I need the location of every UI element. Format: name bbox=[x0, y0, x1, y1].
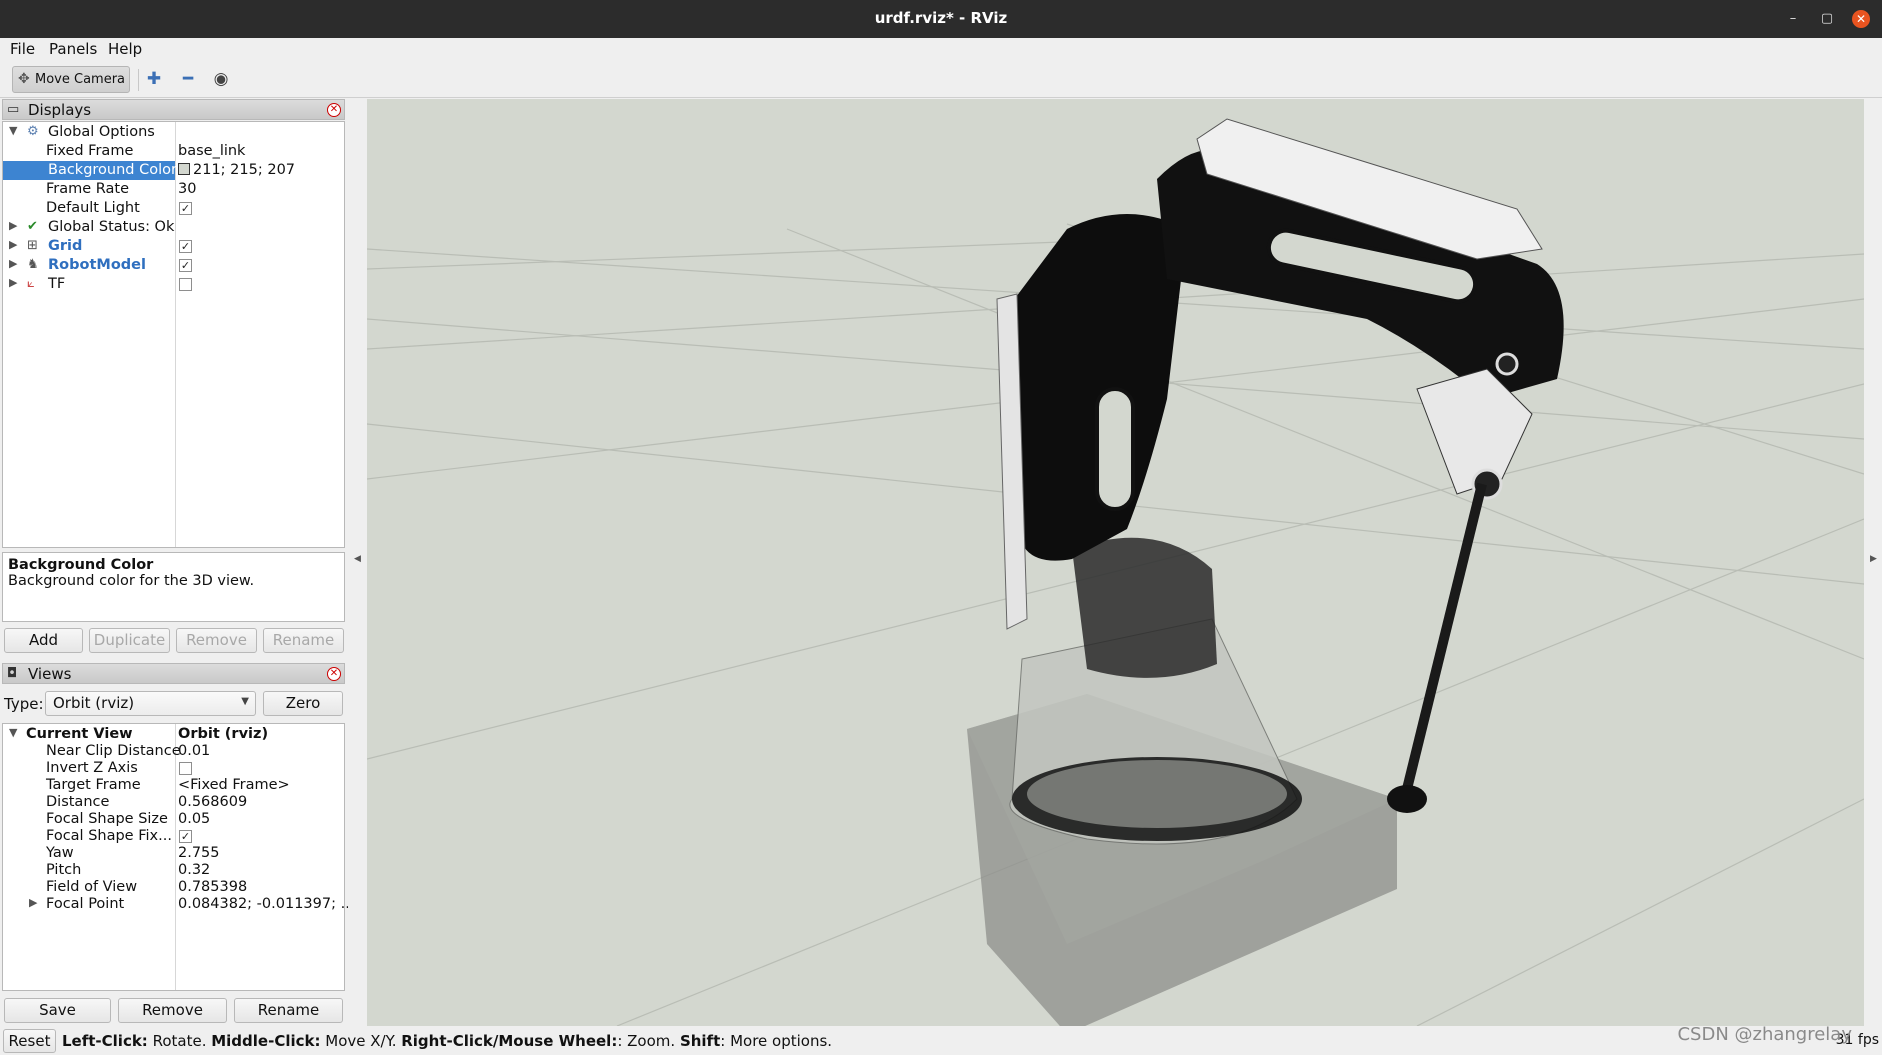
reset-button[interactable]: Reset bbox=[3, 1029, 56, 1053]
description-title: Background Color bbox=[8, 557, 154, 573]
monitor-icon: ▭ bbox=[7, 102, 20, 117]
maximize-button[interactable]: ▢ bbox=[1818, 10, 1836, 28]
collapse-arrow-icon[interactable]: ▶ bbox=[9, 276, 17, 289]
add-button[interactable]: Add bbox=[4, 628, 83, 653]
scene-svg bbox=[367, 118, 1864, 1026]
tree-row-tf[interactable]: ▶ ⟀ TF bbox=[3, 275, 344, 294]
camera-icon: ◘ bbox=[7, 666, 18, 681]
gear-icon: ⚙ bbox=[27, 124, 39, 139]
chevron-down-icon: ▼ bbox=[241, 696, 249, 707]
expand-arrow-icon[interactable]: ▼ bbox=[9, 124, 17, 137]
invert-z-checkbox[interactable] bbox=[179, 762, 192, 775]
move-camera-label: Move Camera bbox=[35, 72, 126, 87]
help-text: Left-Click: Rotate. Middle-Click: Move X… bbox=[62, 1032, 833, 1050]
zero-button[interactable]: Zero bbox=[263, 691, 343, 716]
remove-tool-icon[interactable]: ━ bbox=[177, 69, 199, 91]
type-label: Type: bbox=[4, 695, 44, 713]
menu-bar: File Panels Help bbox=[0, 38, 1882, 61]
tree-row-grid[interactable]: ▶ ⊞ Grid ✓ bbox=[3, 237, 344, 256]
minimize-button[interactable]: – bbox=[1784, 10, 1802, 28]
status-bar: Reset Left-Click: Rotate. Middle-Click: … bbox=[0, 1027, 1882, 1055]
close-panel-icon[interactable]: ✕ bbox=[327, 103, 341, 117]
window-title: urdf.rviz* - RViz bbox=[874, 9, 1008, 27]
title-bar: urdf.rviz* - RViz – ▢ ✕ bbox=[0, 0, 1882, 38]
close-panel-icon[interactable]: ✕ bbox=[327, 667, 341, 681]
robot-arm bbox=[967, 118, 1564, 1026]
tf-checkbox[interactable] bbox=[179, 278, 192, 291]
grid-icon: ⊞ bbox=[27, 238, 38, 253]
collapse-arrow-icon[interactable]: ▶ bbox=[9, 238, 17, 251]
close-button[interactable]: ✕ bbox=[1852, 10, 1870, 28]
tree-row-global-status[interactable]: ▶ ✔ Global Status: Ok bbox=[3, 218, 344, 237]
axes-icon: ⟀ bbox=[27, 276, 35, 291]
description-text: Background color for the 3D view. bbox=[8, 573, 255, 589]
views-title: Views bbox=[28, 665, 72, 683]
tree-row-global-options[interactable]: ▼ ⚙ Global Options bbox=[3, 123, 344, 142]
displays-title: Displays bbox=[28, 101, 92, 119]
collapse-left-icon[interactable]: ◀ bbox=[354, 554, 361, 564]
property-description: Background Color Background color for th… bbox=[2, 552, 345, 622]
add-tool-icon[interactable]: ✚ bbox=[143, 69, 165, 91]
background-color-value[interactable]: 211; 215; 207 bbox=[178, 162, 295, 178]
robot-icon: ♞ bbox=[27, 257, 39, 272]
watermark: CSDN @zhangrelay bbox=[1677, 1024, 1852, 1045]
views-panel-header: ◘ Views ✕ bbox=[2, 663, 345, 684]
render-panel-3d[interactable] bbox=[367, 99, 1864, 1026]
views-tree: ▼ Current View Orbit (rviz) Near Clip Di… bbox=[2, 723, 354, 991]
rename-view-button[interactable]: Rename bbox=[234, 998, 343, 1023]
view-prop-row[interactable]: ▶ Focal Point 0.084382; -0.011397; ... bbox=[3, 895, 354, 914]
focal-shape-fixed-checkbox[interactable]: ✓ bbox=[179, 830, 192, 843]
robotmodel-checkbox[interactable]: ✓ bbox=[179, 259, 192, 272]
displays-panel-header: ▭ Displays ✕ bbox=[2, 99, 345, 120]
eye-icon[interactable]: ◉ bbox=[210, 69, 232, 91]
save-view-button[interactable]: Save bbox=[4, 998, 111, 1023]
move-camera-button[interactable]: ✥ Move Camera bbox=[12, 66, 130, 93]
tree-row-background-color[interactable]: Background Color 211; 215; 207 bbox=[3, 161, 344, 180]
toolbar-separator bbox=[138, 69, 139, 91]
remove-view-button[interactable]: Remove bbox=[118, 998, 227, 1023]
fixed-frame-value[interactable]: base_link bbox=[178, 143, 245, 159]
color-swatch bbox=[178, 163, 190, 175]
left-splitter[interactable]: ◀ bbox=[348, 99, 368, 1026]
menu-help[interactable]: Help bbox=[108, 40, 142, 58]
menu-file[interactable]: File bbox=[10, 40, 35, 58]
collapse-right-icon[interactable]: ▶ bbox=[1870, 554, 1877, 564]
duplicate-button[interactable]: Duplicate bbox=[89, 628, 170, 653]
tree-row-default-light[interactable]: Default Light ✓ bbox=[3, 199, 344, 218]
right-splitter[interactable]: ▶ bbox=[1864, 99, 1882, 1026]
collapse-arrow-icon[interactable]: ▶ bbox=[29, 896, 37, 909]
collapse-arrow-icon[interactable]: ▶ bbox=[9, 257, 17, 270]
collapse-arrow-icon[interactable]: ▶ bbox=[9, 219, 17, 232]
displays-tree: ▼ ⚙ Global Options Fixed Frame base_link… bbox=[2, 121, 345, 548]
rename-display-button[interactable]: Rename bbox=[263, 628, 344, 653]
tree-row-robotmodel[interactable]: ▶ ♞ RobotModel ✓ bbox=[3, 256, 344, 275]
check-status-icon: ✔ bbox=[27, 219, 38, 234]
expand-arrow-icon[interactable]: ▼ bbox=[9, 726, 17, 739]
menu-panels[interactable]: Panels bbox=[49, 40, 97, 58]
view-type-select[interactable]: Orbit (rviz) ▼ bbox=[45, 691, 256, 716]
frame-rate-value[interactable]: 30 bbox=[178, 181, 196, 197]
toolbar: ✥ Move Camera ✚ ━ ◉ bbox=[0, 61, 1882, 98]
tree-row-frame-rate[interactable]: Frame Rate 30 bbox=[3, 180, 344, 199]
move-camera-icon: ✥ bbox=[18, 71, 30, 87]
default-light-checkbox[interactable]: ✓ bbox=[179, 202, 192, 215]
grid-checkbox[interactable]: ✓ bbox=[179, 240, 192, 253]
remove-display-button[interactable]: Remove bbox=[176, 628, 257, 653]
tree-row-fixed-frame[interactable]: Fixed Frame base_link bbox=[3, 142, 344, 161]
